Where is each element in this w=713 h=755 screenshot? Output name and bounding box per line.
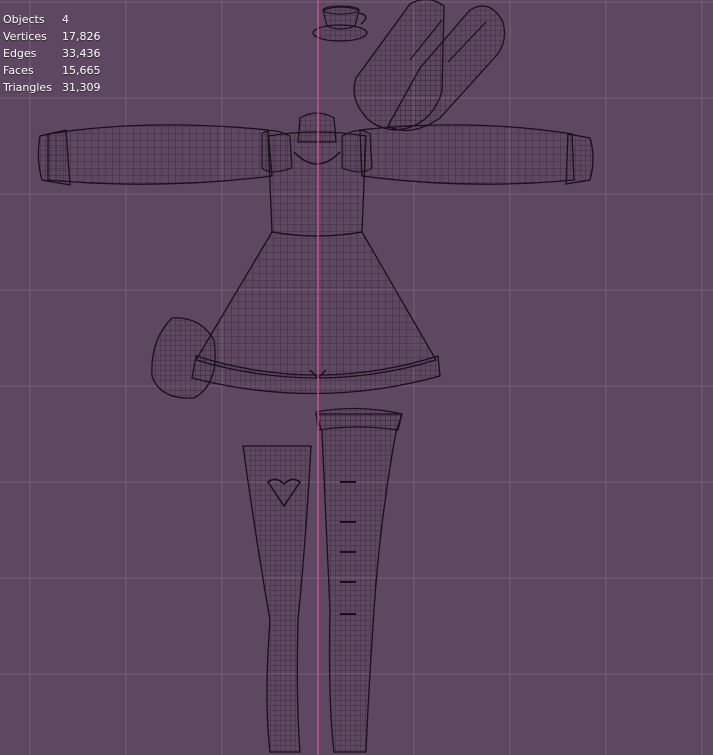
stat-triangles: Triangles 31,309 [3,79,101,96]
stat-value: 17,826 [62,30,101,43]
stat-value: 15,665 [62,64,101,77]
3d-viewport[interactable] [0,0,713,755]
teacup-mesh[interactable] [312,5,368,42]
stat-label: Objects [3,13,45,26]
stat-value: 33,436 [62,47,101,60]
stat-label: Triangles [3,81,52,94]
stat-label: Vertices [3,30,47,43]
stat-vertices: Vertices 17,826 [3,28,101,45]
stat-faces: Faces 15,665 [3,62,101,79]
stat-value: 4 [62,13,69,26]
viewport-canvas[interactable] [0,0,713,755]
stockings-mesh[interactable] [242,407,403,753]
statistics-overlay: Objects 4 Vertices 17,826 Edges 33,436 Face… [3,11,101,96]
stat-value: 31,309 [62,81,101,94]
stat-edges: Edges 33,436 [3,45,101,62]
stat-label: Edges [3,47,37,60]
stat-label: Faces [3,64,34,77]
stat-objects: Objects 4 [3,11,101,28]
bunny-ears-mesh[interactable] [353,0,506,132]
